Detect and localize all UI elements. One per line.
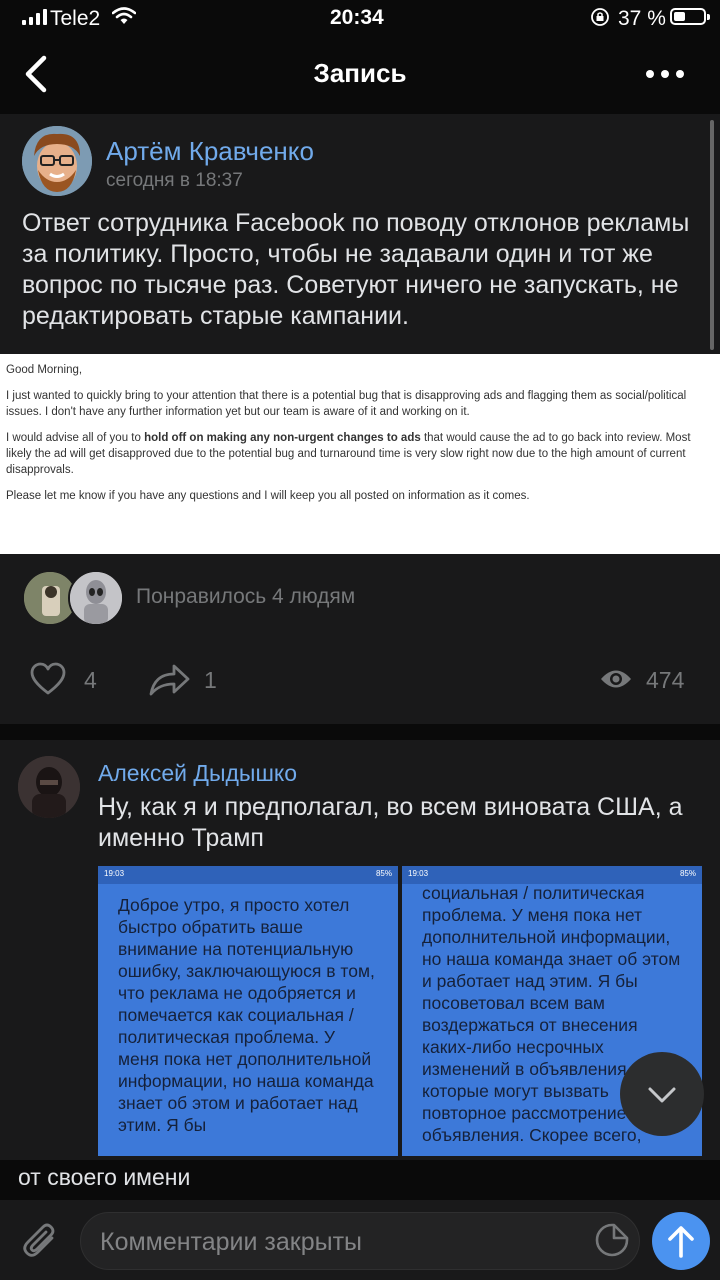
- likes-summary[interactable]: Понравилось 4 людям: [136, 585, 355, 609]
- chevron-down-icon: [648, 1087, 676, 1103]
- send-button[interactable]: [652, 1212, 710, 1270]
- likers-avatars[interactable]: [22, 570, 124, 626]
- sticker-icon[interactable]: [594, 1222, 630, 1258]
- page-title: Запись: [313, 58, 407, 88]
- comment-author[interactable]: Алексей Дыдышко: [98, 760, 297, 787]
- image-text: Доброе утро, я просто хотел быстро обрат…: [118, 895, 375, 1135]
- wifi-icon: [112, 7, 136, 24]
- share-arrow-icon[interactable]: [148, 662, 192, 696]
- email-paragraph-3: Please let me know if you have any quest…: [6, 490, 530, 502]
- liker-avatar: [68, 570, 124, 626]
- scrollbar[interactable]: [710, 120, 714, 350]
- views-count: 474: [646, 667, 685, 693]
- email-greeting: Good Morning,: [6, 364, 83, 376]
- post-text: Ответ сотрудника Facebook по поводу откл…: [22, 209, 690, 330]
- comment-input-placeholder: Комментарии закрыты: [100, 1228, 362, 1256]
- battery-icon: [670, 8, 710, 25]
- comment-text-continued: от своего имени: [18, 1164, 191, 1190]
- comment-text: Ну, как я и предполагал, во всем виноват…: [98, 793, 683, 852]
- like-count: 4: [84, 667, 97, 693]
- like-heart-icon[interactable]: [30, 662, 66, 696]
- cellular-signal-icon: [22, 9, 47, 25]
- post-author[interactable]: Артём Кравченко: [106, 136, 314, 167]
- status-bar: Tele2 20:34 37 %: [0, 0, 720, 40]
- commenter-avatar[interactable]: [18, 756, 80, 818]
- arrow-up-icon: [668, 1226, 694, 1258]
- views-eye-icon: [601, 670, 631, 688]
- carrier-name: Tele2: [50, 7, 101, 30]
- comment-image-1[interactable]: 19:03 85% Доброе утро, я просто хотел быс…: [98, 866, 398, 1156]
- email-paragraph-2: I would advise all of you to hold off on…: [6, 432, 691, 476]
- paperclip-icon[interactable]: [22, 1220, 58, 1260]
- more-options-icon[interactable]: [646, 62, 690, 86]
- scroll-down-button[interactable]: [620, 1052, 704, 1136]
- battery-percent: 37 %: [618, 7, 666, 30]
- post-timestamp: сегодня в 18:37: [106, 170, 243, 191]
- author-avatar[interactable]: [22, 126, 92, 196]
- image-status-bar: 19:03 85%: [98, 866, 398, 884]
- clock: 20:34: [330, 6, 384, 29]
- rotation-lock-icon: [591, 8, 609, 26]
- back-chevron-icon[interactable]: [20, 52, 60, 96]
- share-count: 1: [204, 667, 217, 693]
- post-image-email-screenshot[interactable]: Good Morning, I just wanted to quickly b…: [0, 354, 720, 554]
- email-paragraph-1: I just wanted to quickly bring to your a…: [6, 390, 687, 418]
